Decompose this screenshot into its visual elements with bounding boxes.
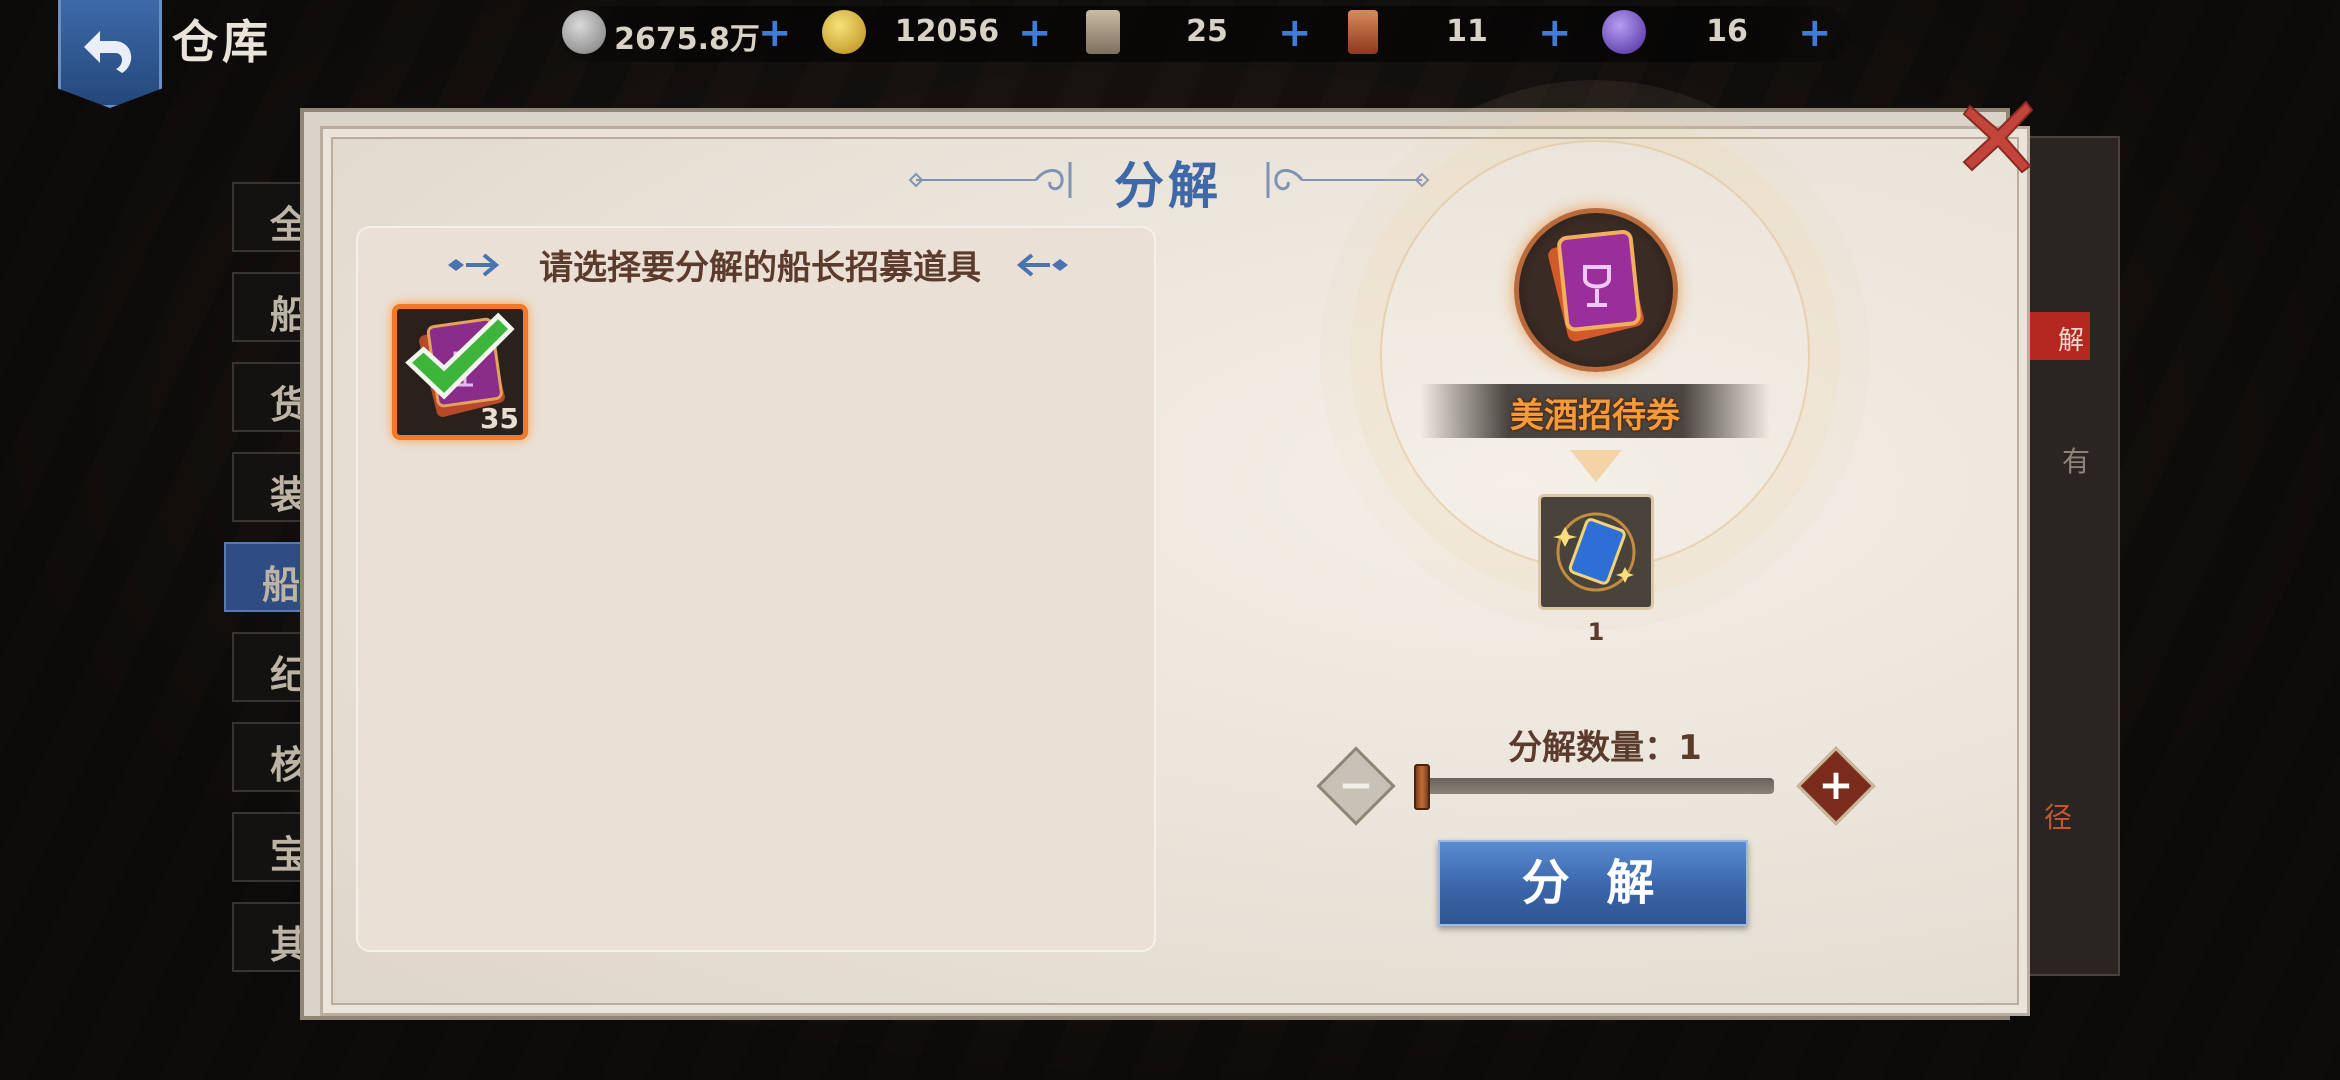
add-silver-button[interactable]: + bbox=[758, 13, 792, 53]
title-ornament-left-icon bbox=[908, 162, 1072, 198]
quantity-slider-handle[interactable] bbox=[1414, 764, 1430, 810]
scroll-icon bbox=[1086, 10, 1120, 54]
resource-value: 2675.8万 bbox=[614, 22, 760, 57]
resource-value: 11 bbox=[1446, 14, 1488, 49]
minus-icon: − bbox=[1338, 760, 1374, 809]
resource-scroll: 25 + bbox=[1082, 8, 1322, 58]
background-link[interactable]: 径 bbox=[2044, 796, 2072, 836]
item-count: 35 bbox=[480, 402, 519, 435]
resource-silver: 2675.8万 + bbox=[562, 8, 802, 58]
selected-item-icon-frame bbox=[1514, 208, 1678, 372]
add-gem-button[interactable]: + bbox=[1798, 13, 1832, 53]
wine-ticket-icon bbox=[1548, 229, 1644, 342]
map-ticket-icon bbox=[1348, 10, 1378, 54]
add-scroll-button[interactable]: + bbox=[1278, 13, 1312, 53]
title-ornament-right-icon bbox=[1266, 162, 1430, 198]
resource-value: 12056 bbox=[894, 14, 1000, 49]
quantity-label: 分解数量：1 bbox=[1508, 728, 1702, 768]
gold-coin-icon bbox=[822, 10, 866, 54]
resource-gold: 12056 + bbox=[822, 8, 1062, 58]
arrow-down-icon bbox=[1570, 450, 1622, 482]
background-text: 有 bbox=[2062, 445, 2091, 478]
resource-value: 25 bbox=[1186, 14, 1228, 49]
close-icon bbox=[1962, 100, 2034, 174]
item-slot-selected[interactable]: 35 bbox=[392, 304, 528, 440]
reward-count: 1 bbox=[1587, 618, 1605, 646]
quantity-slider[interactable] bbox=[1420, 778, 1774, 794]
close-button[interactable] bbox=[1960, 96, 2036, 176]
selected-item-name: 美酒招待券 bbox=[1510, 396, 1680, 436]
back-button[interactable] bbox=[58, 0, 162, 108]
background-decompose-button[interactable]: 解 bbox=[2026, 312, 2090, 360]
plus-icon: + bbox=[1818, 760, 1854, 809]
resource-value: 16 bbox=[1706, 14, 1748, 49]
blue-card-icon bbox=[1553, 512, 1636, 592]
list-header: 请选择要分解的船长招募道具 bbox=[539, 248, 981, 288]
add-gold-button[interactable]: + bbox=[1018, 13, 1052, 53]
silver-coin-icon bbox=[562, 10, 606, 54]
page-title: 仓库 bbox=[172, 15, 272, 69]
resource-gem: 16 + bbox=[1602, 8, 1842, 58]
header-ornament-left-icon bbox=[448, 253, 500, 277]
resource-ticket: 11 + bbox=[1342, 8, 1582, 58]
category-tab-active[interactable]: 船 bbox=[224, 542, 304, 612]
check-mark-icon bbox=[405, 312, 515, 400]
dialog-title: 分解 bbox=[1114, 157, 1222, 215]
purple-gem-icon bbox=[1602, 10, 1646, 54]
reward-item-slot[interactable] bbox=[1538, 494, 1654, 610]
decompose-button[interactable]: 分 解 bbox=[1438, 840, 1748, 926]
header-ornament-right-icon bbox=[1016, 253, 1068, 277]
back-arrow-icon bbox=[84, 30, 132, 73]
add-ticket-button[interactable]: + bbox=[1538, 13, 1572, 53]
